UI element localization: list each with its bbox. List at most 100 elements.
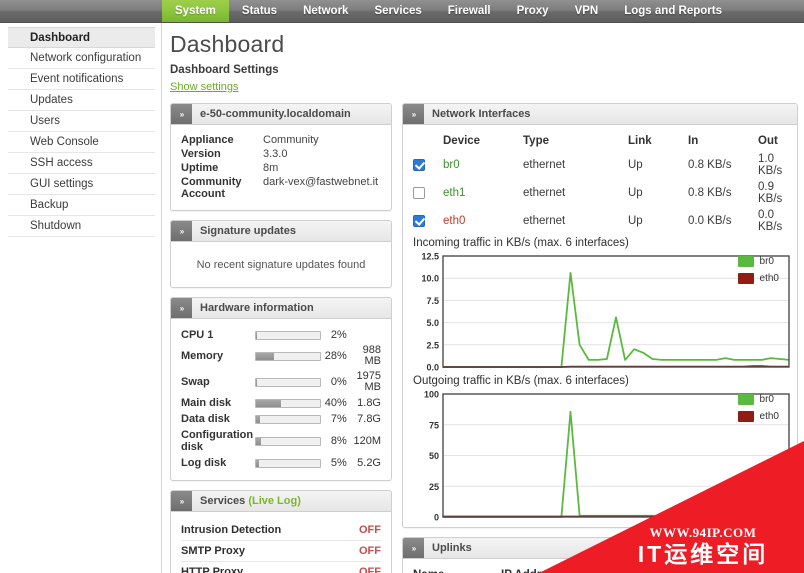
table-row: HTTP Proxy OFF — [181, 561, 381, 573]
sidebar-item-gui-settings-label: GUI settings — [30, 178, 94, 190]
live-log-link[interactable]: (Live Log) — [248, 495, 301, 507]
col-ip-address: IP Address — [501, 567, 585, 573]
nav-tab-proxy-label: Proxy — [516, 5, 549, 17]
hardware-bar-cell — [254, 395, 324, 411]
hardware-label: Log disk — [181, 457, 227, 469]
progress-bar — [254, 351, 321, 361]
hardware-size: 7.8G — [357, 412, 381, 425]
hardware-information-panel: » Hardware information CPU 1 2% Memory 2… — [170, 297, 392, 481]
collapse-icon[interactable]: » — [171, 221, 192, 241]
progress-fill — [255, 415, 261, 423]
collapse-icon[interactable]: » — [171, 104, 192, 124]
sidebar-item-shutdown[interactable]: Shutdown — [8, 216, 155, 237]
hardware-size: 988 MB — [362, 344, 381, 367]
main-content: Dashboard Dashboard Settings Show settin… — [162, 23, 804, 573]
collapse-icon[interactable]: » — [171, 298, 192, 318]
table-header-row: Name IP Address Status Uptime — [413, 567, 787, 573]
interface-checkbox[interactable] — [413, 214, 425, 227]
nav-tab-services[interactable]: Services — [361, 0, 434, 22]
legend-label-eth0: eth0 — [759, 273, 779, 284]
incoming-chart-legend: br0 eth0 — [737, 256, 779, 290]
col-select — [413, 133, 443, 151]
hardware-bar-cell — [254, 343, 324, 369]
progress-bar — [254, 330, 321, 340]
collapse-icon[interactable]: » — [171, 491, 192, 511]
nav-tab-services-label: Services — [374, 5, 422, 17]
interface-checkbox[interactable] — [413, 158, 425, 171]
hardware-size: 5.2G — [357, 456, 381, 469]
collapse-icon[interactable]: » — [403, 538, 424, 558]
svg-text:2.5: 2.5 — [426, 340, 439, 350]
hardware-bar-cell — [254, 427, 324, 455]
nav-tab-vpn-label: VPN — [574, 5, 599, 17]
col-uptime: Uptime — [643, 567, 787, 573]
signature-updates-panel-header: » Signature updates — [171, 221, 391, 242]
table-row: Memory 28% 988 MB — [181, 343, 381, 369]
show-settings-link[interactable]: Show settings — [170, 81, 238, 93]
interface-link: Up — [628, 187, 643, 199]
sidebar-item-ssh-access[interactable]: SSH access — [8, 153, 155, 174]
legend-item: br0 — [737, 256, 779, 267]
hardware-label: Main disk — [181, 397, 232, 409]
sidebar-item-network-configuration[interactable]: Network configuration — [8, 48, 155, 69]
collapse-icon[interactable]: » — [403, 104, 424, 124]
appliance-panel-title: e-50-community.localdomain — [200, 108, 351, 120]
hardware-size: 120M — [353, 434, 381, 447]
sidebar-item-dashboard[interactable]: Dashboard — [8, 27, 155, 48]
services-panel-title: Services (Live Log) — [192, 491, 301, 511]
services-panel-title-text: Services — [200, 495, 246, 507]
svg-text:50: 50 — [429, 451, 439, 461]
nav-tab-logs-and-reports[interactable]: Logs and Reports — [611, 0, 735, 22]
uplinks-table: Name IP Address Status Uptime Main uplin… — [413, 567, 787, 573]
nav-tab-firewall[interactable]: Firewall — [435, 0, 504, 22]
sidebar-item-event-notifications[interactable]: Event notifications — [8, 69, 155, 90]
nav-tab-status[interactable]: Status — [229, 0, 290, 22]
hardware-percent: 8% — [330, 435, 347, 447]
interface-checkbox[interactable] — [413, 186, 425, 199]
sidebar-item-backup[interactable]: Backup — [8, 195, 155, 216]
appliance-value: Community — [263, 134, 319, 146]
col-in: In — [688, 135, 699, 147]
sidebar-item-updates[interactable]: Updates — [8, 90, 155, 111]
uptime-value: 8m — [263, 162, 279, 174]
hardware-label: Data disk — [181, 413, 230, 425]
nav-tab-firewall-label: Firewall — [447, 5, 491, 17]
progress-bar — [254, 398, 321, 408]
table-row: Uptime 8m — [181, 161, 381, 175]
page-subtitle: Dashboard Settings — [170, 64, 279, 76]
sidebar-item-event-notifications-label: Event notifications — [30, 73, 124, 85]
sidebar-item-gui-settings[interactable]: GUI settings — [8, 174, 155, 195]
sidebar-item-users[interactable]: Users — [8, 111, 155, 132]
community-account-key: Community Account — [181, 176, 242, 200]
services-panel: » Services (Live Log) Intrusion Detectio… — [170, 490, 392, 573]
network-interfaces-panel-title: Network Interfaces — [432, 108, 531, 120]
interface-device: eth1 — [443, 187, 466, 199]
svg-text:100: 100 — [424, 390, 439, 400]
legend-swatch-br0 — [737, 394, 754, 405]
table-row: Appliance Community — [181, 133, 381, 147]
nav-tab-system[interactable]: System — [162, 0, 229, 22]
svg-text:7.5: 7.5 — [426, 296, 439, 306]
table-row: Data disk 7% 7.8G — [181, 411, 381, 427]
service-name: SMTP Proxy — [181, 540, 345, 562]
services-panel-header: » Services (Live Log) — [171, 491, 391, 512]
table-row: Main disk 40% 1.8G — [181, 395, 381, 411]
service-name: HTTP Proxy — [181, 561, 345, 573]
hardware-percent: 0% — [330, 376, 347, 388]
network-interfaces-panel: » Network Interfaces Device Type Link In… — [402, 103, 798, 528]
signature-updates-empty-message: No recent signature updates found — [196, 259, 366, 271]
sidebar-item-web-console[interactable]: Web Console — [8, 132, 155, 153]
interface-in: 0.8 KB/s — [688, 159, 732, 171]
hardware-panel-title: Hardware information — [200, 302, 314, 314]
col-name: Name — [413, 567, 501, 573]
legend-item: br0 — [737, 394, 779, 405]
uplinks-panel-header: » Uplinks — [403, 538, 797, 559]
nav-tab-network[interactable]: Network — [290, 0, 361, 22]
hardware-panel-header: » Hardware information — [171, 298, 391, 319]
community-account-value: dark-vex@fastwebnet.it — [263, 176, 379, 188]
nav-tab-proxy[interactable]: Proxy — [504, 0, 562, 22]
appliance-panel: » e-50-community.localdomain Appliance C… — [170, 103, 392, 211]
nav-tab-vpn[interactable]: VPN — [562, 0, 612, 22]
uptime-key: Uptime — [181, 162, 219, 174]
